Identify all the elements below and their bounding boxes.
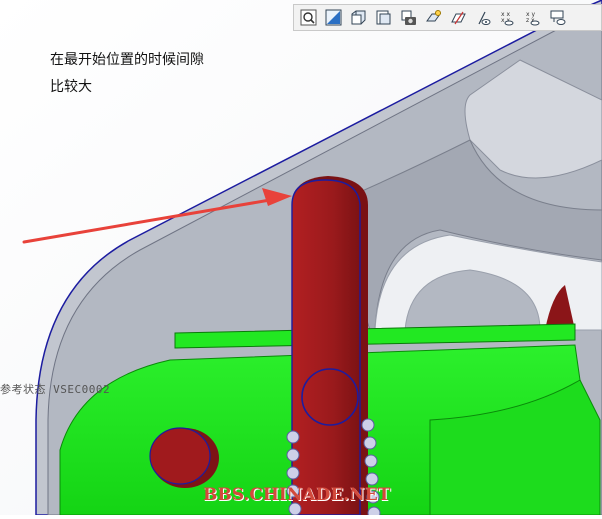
datum-plane-button[interactable] bbox=[422, 6, 445, 29]
annotation-icon: x yz x bbox=[526, 11, 540, 26]
saved-view-button[interactable] bbox=[347, 6, 370, 29]
red-pin-link[interactable] bbox=[286, 176, 381, 519]
watermark: BBS.CHINADE.NET bbox=[203, 485, 391, 505]
zoom-button[interactable] bbox=[297, 6, 320, 29]
spin-center-icon bbox=[550, 10, 566, 25]
datum-axis-button[interactable] bbox=[447, 6, 470, 29]
coordinate-system-button[interactable]: x xx x bbox=[497, 6, 520, 29]
coordinate-system-icon: x xx x bbox=[501, 11, 514, 26]
annotation-line-2: 比较大 bbox=[50, 79, 92, 95]
model-viewport[interactable]: 在最开始位置的时候间隙 比较大 参考状态 VSEC0002 BBS.CHINAD… bbox=[0, 0, 602, 519]
datum-plane-icon bbox=[426, 10, 441, 22]
snapshot-button[interactable] bbox=[397, 6, 420, 29]
shading-button[interactable] bbox=[322, 6, 345, 29]
spin-center-button[interactable] bbox=[547, 6, 570, 29]
view-manager-icon bbox=[376, 10, 391, 25]
annotation-button[interactable]: x yz x bbox=[522, 6, 545, 29]
snapshot-icon bbox=[401, 10, 416, 25]
datum-point-button[interactable] bbox=[472, 6, 495, 29]
zoom-icon bbox=[300, 9, 317, 26]
view-toolbar: x xx x x yz x bbox=[293, 4, 602, 31]
saved-view-icon bbox=[351, 10, 366, 25]
model-state-label: 参考状态 VSEC0002 bbox=[0, 383, 111, 396]
datum-axis-icon bbox=[451, 11, 466, 25]
datum-point-icon bbox=[478, 11, 491, 25]
view-manager-button[interactable] bbox=[372, 6, 395, 29]
shading-icon bbox=[325, 9, 342, 26]
annotation-line-1: 在最开始位置的时候间隙 bbox=[50, 52, 204, 68]
